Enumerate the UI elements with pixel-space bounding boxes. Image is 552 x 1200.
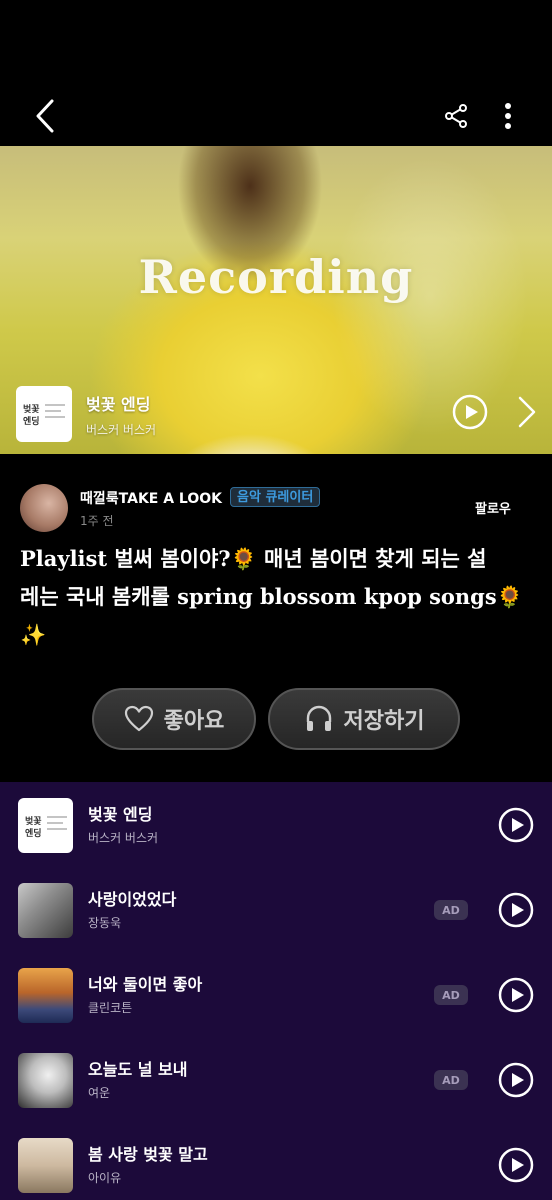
follow-button[interactable]: 팔로우: [475, 498, 511, 517]
description-line-3: ✨: [20, 616, 532, 654]
sparkles-icon: ✨: [20, 622, 47, 647]
album-logo-image: 벚꽃 엔딩: [25, 815, 67, 839]
svg-text:벚꽃: 벚꽃: [25, 815, 42, 827]
track-artist: 장동욱: [88, 916, 122, 930]
description-line-1: Playlist 벌써 봄이야?🌻 매년 봄이면 찾게 되는 설: [20, 540, 532, 578]
sunflower-icon: 🌻: [230, 546, 257, 571]
cover-title: Recording: [138, 250, 414, 304]
save-label: 저장하기: [343, 709, 425, 734]
playlist-description: Playlist 벌써 봄이야?🌻 매년 봄이면 찾게 되는 설 레는 국내 봄…: [20, 540, 532, 654]
track-album-art: 벚꽃 엔딩: [18, 798, 73, 853]
description-text-1: Playlist 벌써 봄이야?: [20, 546, 231, 571]
like-button[interactable]: 좋아요: [92, 688, 256, 750]
track-row[interactable]: 벚꽃 엔딩 벚꽃 엔딩 버스커 버스커: [0, 782, 552, 866]
top-bar: [0, 0, 552, 146]
track-title: 사랑이었었다: [88, 890, 177, 909]
playlist-cover: Recording 벚꽃 엔딩 벚꽃 엔딩 버스커 버스커: [0, 146, 552, 454]
hero-play-button[interactable]: [452, 394, 488, 430]
track-artist: 여운: [88, 1086, 111, 1100]
play-circle-icon: [498, 807, 534, 843]
action-row: 좋아요 저장하기: [92, 688, 462, 750]
play-circle-icon: [452, 394, 488, 430]
curator-badge: 음악 큐레이터: [230, 487, 321, 507]
ad-badge: AD: [434, 900, 468, 920]
now-playing-title: 벚꽃 엔딩: [86, 394, 151, 414]
curator-row: 때껄룩TAKE A LOOK 음악 큐레이터 1주 전 팔로우: [20, 482, 540, 532]
track-row[interactable]: 너와 둘이면 좋아 클린코튼 AD: [0, 952, 552, 1036]
share-button[interactable]: [440, 100, 472, 132]
share-icon: [445, 104, 467, 128]
track-play-button[interactable]: [498, 1062, 534, 1098]
track-play-button[interactable]: [498, 977, 534, 1013]
curator-name[interactable]: 때껄룩TAKE A LOOK: [80, 488, 222, 508]
track-album-art: [18, 883, 73, 938]
track-title: 너와 둘이면 좋아: [88, 975, 203, 994]
now-playing-text: 벚꽃 엔딩 버스커 버스커: [86, 391, 156, 438]
post-time: 1주 전: [80, 514, 114, 528]
track-artist: 클린코튼: [88, 1001, 133, 1015]
back-button[interactable]: [30, 96, 60, 136]
more-button[interactable]: [494, 100, 522, 132]
save-button[interactable]: 저장하기: [268, 688, 460, 750]
track-play-button[interactable]: [498, 892, 534, 928]
track-row[interactable]: 사랑이었었다 장동욱 AD: [0, 867, 552, 951]
track-list: 벚꽃 엔딩 벚꽃 엔딩 버스커 버스커 사랑이었었다 장동욱 AD 너와 둘이면…: [0, 782, 552, 1200]
track-artist: 버스커 버스커: [88, 831, 159, 845]
like-label: 좋아요: [163, 709, 225, 734]
play-circle-icon: [498, 892, 534, 928]
ad-badge: AD: [434, 1070, 468, 1090]
track-album-art: [18, 1053, 73, 1108]
svg-text:엔딩: 엔딩: [25, 827, 42, 839]
track-title: 오늘도 널 보내: [88, 1060, 188, 1079]
hero-next-button[interactable]: [512, 394, 540, 430]
now-playing-artist: 버스커 버스커: [86, 422, 157, 437]
track-title: 벚꽃 엔딩: [88, 805, 153, 824]
track-title: 봄 사랑 벚꽃 말고: [88, 1145, 208, 1164]
headphones-icon: [306, 705, 331, 731]
description-text-2: 레는 국내 봄캐롤 spring blossom kpop songs: [20, 584, 497, 609]
track-artist: 아이유: [88, 1171, 122, 1185]
back-arrow-icon: [36, 99, 54, 133]
chevron-right-icon: [518, 396, 536, 428]
track-play-button[interactable]: [498, 1147, 534, 1183]
more-vertical-icon: [505, 103, 511, 129]
track-album-art: [18, 1138, 73, 1193]
svg-text:엔딩: 엔딩: [23, 415, 40, 427]
ad-badge: AD: [434, 985, 468, 1005]
track-play-button[interactable]: [498, 807, 534, 843]
album-logo-image: 벚꽃 엔딩: [23, 403, 65, 427]
description-text-1b: 매년 봄이면 찾게 되는 설: [256, 546, 487, 571]
play-circle-icon: [498, 977, 534, 1013]
now-playing-track[interactable]: 벚꽃 엔딩 벚꽃 엔딩 버스커 버스커: [16, 386, 156, 442]
sunflower-icon: 🌻: [496, 584, 523, 609]
description-line-2: 레는 국내 봄캐롤 spring blossom kpop songs🌻: [20, 578, 532, 616]
track-row[interactable]: 봄 사랑 벚꽃 말고 아이유: [0, 1122, 552, 1200]
svg-text:벚꽃: 벚꽃: [23, 403, 40, 415]
play-circle-icon: [498, 1062, 534, 1098]
play-circle-icon: [498, 1147, 534, 1183]
curator-avatar[interactable]: [20, 484, 68, 532]
track-album-art: [18, 968, 73, 1023]
now-playing-album-art: 벚꽃 엔딩: [16, 386, 72, 442]
track-row[interactable]: 오늘도 널 보내 여운 AD: [0, 1037, 552, 1121]
heart-icon: [124, 705, 153, 732]
